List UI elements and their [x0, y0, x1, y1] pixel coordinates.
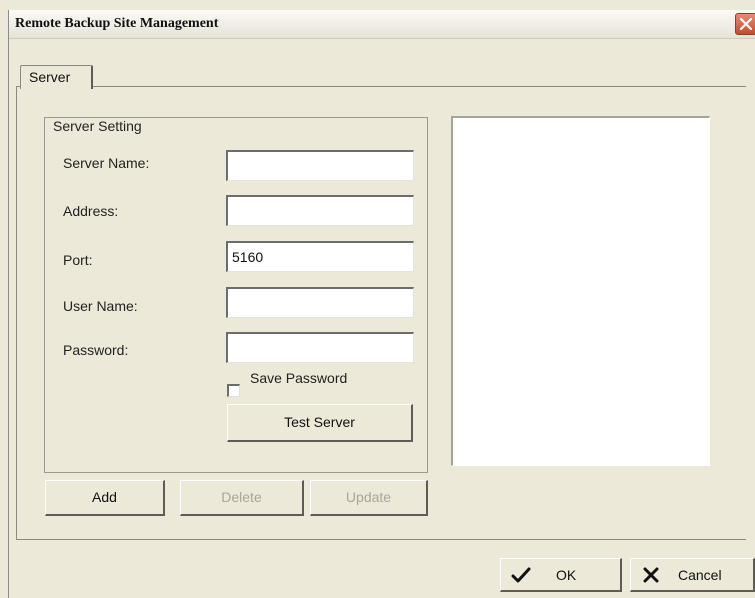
window-title: Remote Backup Site Management [15, 16, 219, 31]
x-mark-icon [643, 567, 659, 583]
cancel-label: Cancel [678, 567, 722, 583]
port-label: Port: [63, 252, 93, 268]
ok-label: OK [556, 567, 577, 583]
delete-button[interactable]: Delete [180, 480, 304, 516]
ok-button[interactable]: OK [500, 558, 622, 592]
checkmark-icon [511, 567, 531, 583]
save-password-checkbox[interactable] [227, 384, 240, 397]
password-input[interactable] [226, 332, 414, 363]
address-input[interactable] [226, 195, 414, 226]
port-input[interactable] [226, 241, 414, 272]
server-list[interactable] [451, 116, 710, 466]
save-password-label[interactable]: Save Password [250, 370, 347, 386]
close-icon [739, 17, 753, 31]
password-label: Password: [63, 342, 129, 358]
server-name-input[interactable] [226, 150, 414, 181]
tab-server[interactable]: Server [20, 65, 93, 89]
add-button[interactable]: Add [45, 480, 165, 516]
cancel-button[interactable]: Cancel [630, 558, 755, 592]
test-server-button[interactable]: Test Server [227, 404, 413, 442]
close-button[interactable] [735, 13, 755, 35]
user-name-input[interactable] [226, 287, 414, 318]
server-name-label: Server Name: [63, 155, 150, 171]
update-button[interactable]: Update [310, 480, 428, 516]
title-bar[interactable]: Remote Backup Site Management [9, 10, 755, 39]
server-setting-title: Server Setting [50, 118, 145, 134]
user-name-label: User Name: [63, 298, 138, 314]
address-label: Address: [63, 203, 119, 219]
